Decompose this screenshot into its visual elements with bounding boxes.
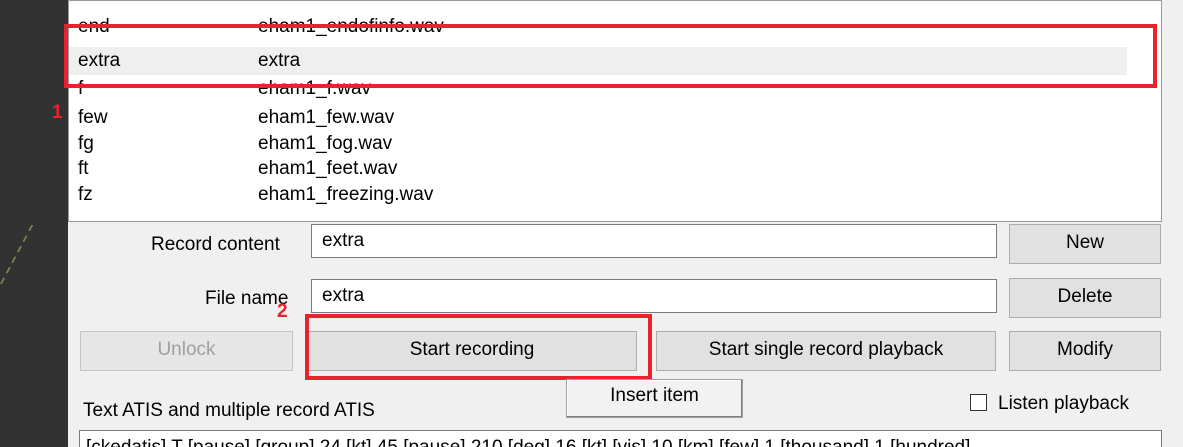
start-single-playback-button[interactable]: Start single record playback	[656, 331, 996, 371]
annotation-box-1	[64, 24, 1157, 88]
listen-playback-label[interactable]: Listen playback	[998, 393, 1129, 415]
list-item-key: few	[78, 107, 108, 128]
atis-text-field[interactable]: [ckedatis] T [pause] [group] 24 [kt] 45 …	[79, 430, 1162, 447]
list-item-key: ft	[78, 158, 89, 179]
unlock-button[interactable]: Unlock	[80, 331, 293, 371]
list-item-file: eham1_fog.wav	[258, 133, 393, 154]
list-item-file: eham1_freezing.wav	[258, 184, 434, 205]
dashed-guide-line	[0, 225, 78, 305]
list-item[interactable]: fg eham1_fog.wav	[69, 130, 1127, 158]
annotation-box-2	[305, 314, 652, 380]
annotation-marker-1: 1	[52, 102, 63, 123]
list-item-file: eham1_feet.wav	[258, 158, 398, 179]
delete-button[interactable]: Delete	[1009, 278, 1161, 318]
new-button[interactable]: New	[1009, 224, 1161, 264]
list-item[interactable]: ft eham1_feet.wav	[69, 155, 1127, 183]
record-content-input[interactable]: extra	[311, 224, 997, 258]
atis-section-label: Text ATIS and multiple record ATIS	[83, 400, 375, 421]
list-item-key: fz	[78, 184, 93, 205]
list-item-file: eham1_few.wav	[258, 107, 395, 128]
left-panel-strip	[0, 0, 78, 447]
file-name-input[interactable]: extra	[311, 279, 997, 313]
file-name-label: File name	[205, 288, 289, 309]
record-content-label: Record content	[151, 234, 280, 255]
list-item[interactable]: fz eham1_freezing.wav	[69, 181, 1127, 209]
modify-button[interactable]: Modify	[1009, 331, 1161, 371]
list-item-key: fg	[78, 133, 94, 154]
list-item[interactable]: few eham1_few.wav	[69, 104, 1127, 132]
annotation-marker-2: 2	[277, 301, 288, 322]
insert-item-button[interactable]: Insert item	[566, 379, 743, 418]
listen-playback-checkbox[interactable]	[970, 394, 987, 411]
